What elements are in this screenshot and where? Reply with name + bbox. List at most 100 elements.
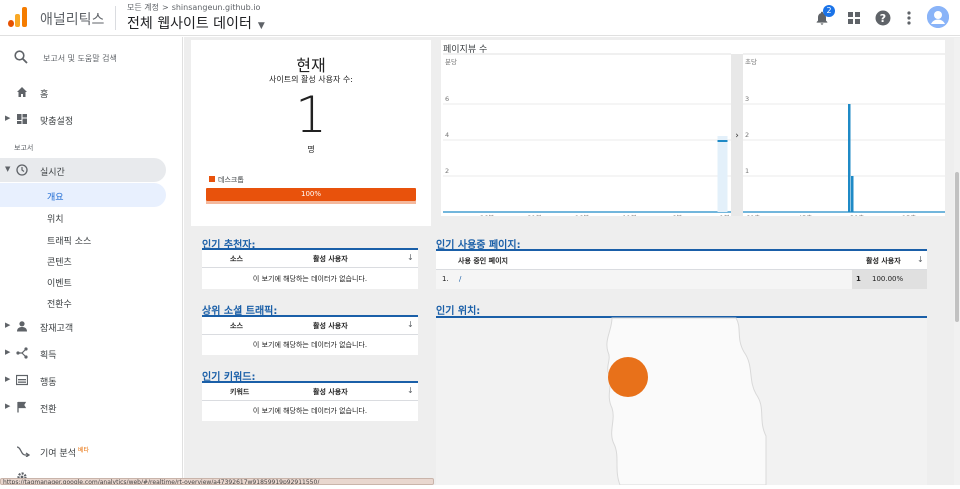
- column-header-keyword[interactable]: 키워드: [230, 387, 249, 397]
- collapse-arrow-icon: ▼: [5, 165, 11, 173]
- device-legend: 데스크톱: [209, 175, 244, 185]
- location-bubble[interactable]: [608, 357, 648, 397]
- empty-message: 이 보기에 해당하는 데이터가 없습니다.: [252, 407, 368, 415]
- property-title: 전체 웹사이트 데이터: [127, 16, 252, 32]
- expand-arrow-icon: ▶: [5, 375, 11, 383]
- sidebar-item-label: 기여 분석 베타: [40, 446, 89, 459]
- sidebar-item-conversions[interactable]: ▶ 전환: [0, 395, 166, 419]
- avatar[interactable]: [927, 6, 949, 28]
- sidebar-item-conversions-rt[interactable]: 전환수: [0, 290, 166, 314]
- bar: [717, 140, 728, 142]
- status-url: https://tagmanager.google.com/analytics/…: [0, 478, 434, 485]
- sort-down-icon[interactable]: ↓: [407, 320, 414, 329]
- sidebar-item-overview[interactable]: 개요: [0, 183, 166, 207]
- x-tick-label: -26분: [478, 214, 495, 216]
- x-tick-label: -15초: [900, 214, 917, 216]
- breadcrumb-account[interactable]: shinsangeun.github.io: [172, 3, 261, 12]
- expand-arrow-icon: ▶: [5, 321, 11, 329]
- breadcrumb-all-accounts[interactable]: 모든 계정: [127, 3, 159, 12]
- map-svg: [436, 317, 927, 485]
- pageviews-chart: 분당 2 4 6 -26분 -21분 -16분 -11분 -6분 -1분 › 초당 1 2 3 -60초 -45…: [443, 53, 945, 216]
- more-vert-icon[interactable]: [898, 7, 920, 29]
- sidebar-item-realtime[interactable]: ▼ 실시간: [0, 158, 166, 182]
- empty-message: 이 보기에 해당하는 데이터가 없습니다.: [252, 275, 368, 283]
- notification-badge: 2: [823, 5, 835, 17]
- sidebar-item-audience[interactable]: ▶ 잠재고객: [0, 314, 166, 338]
- column-header-active-users[interactable]: 활성 사용자: [313, 387, 348, 397]
- sidebar-item-label: 실시간: [40, 168, 65, 178]
- legend-swatch: [209, 176, 215, 182]
- expand-arrow-icon: ▶: [5, 114, 11, 122]
- sort-down-icon[interactable]: ↓: [917, 255, 924, 264]
- device-share-bar[interactable]: 100%: [206, 188, 416, 201]
- analytics-logo-icon[interactable]: [8, 7, 28, 27]
- reports-section-label: 보고서: [14, 144, 34, 152]
- active-pages-table: 사용 중인 페이지 활성 사용자 ↓ 1. / 1 100.00%: [436, 249, 927, 289]
- locations-title: 인기 위치:: [436, 306, 481, 317]
- y-tick-label: 2: [745, 131, 749, 139]
- splitter-chevron-icon: ›: [735, 131, 739, 141]
- column-header-source[interactable]: 소스: [230, 254, 243, 264]
- row-percent: 100.00%: [872, 275, 904, 283]
- svg-text:?: ?: [880, 12, 886, 25]
- device-label: 데스크톱: [218, 176, 244, 184]
- x-tick-label: -11분: [620, 214, 637, 216]
- device-share-bar-shadow: [206, 201, 416, 204]
- sidebar-item-label: 전환수: [47, 300, 72, 310]
- bar: [851, 176, 854, 212]
- keywords-table: 키워드 활성 사용자 ↓ 이 보기에 해당하는 데이터가 없습니다.: [202, 381, 418, 421]
- table-row[interactable]: 1. / 1 100.00%: [436, 270, 927, 289]
- apps-icon[interactable]: [843, 7, 865, 29]
- row-index: 1.: [442, 275, 449, 283]
- row-users: 1: [856, 275, 861, 283]
- sidebar-item-behavior[interactable]: ▶ 행동: [0, 368, 166, 392]
- person-icon: [16, 320, 28, 332]
- y-tick-label: 3: [745, 95, 749, 103]
- sidebar-item-settings[interactable]: [0, 465, 166, 489]
- x-tick-label: -21분: [525, 214, 542, 216]
- now-subtitle: 사이트의 활성 사용자 수:: [269, 75, 353, 84]
- column-header-active-page[interactable]: 사용 중인 페이지: [458, 256, 508, 266]
- expand-arrow-icon: ▶: [5, 348, 11, 356]
- column-header-source[interactable]: 소스: [230, 321, 243, 331]
- sidebar-item-home[interactable]: 홈: [0, 80, 166, 104]
- referrers-table: 소스 활성 사용자 ↓ 이 보기에 해당하는 데이터가 없습니다.: [202, 248, 418, 289]
- location-map[interactable]: [436, 316, 927, 485]
- app-name[interactable]: 애널리틱스: [40, 9, 104, 29]
- search-placeholder: 보고서 및 도움말 검색: [43, 54, 117, 63]
- bar: [848, 104, 851, 212]
- sort-down-icon[interactable]: ↓: [407, 253, 414, 262]
- y-tick-label: 4: [445, 131, 449, 139]
- sort-down-icon[interactable]: ↓: [407, 386, 414, 395]
- sidebar-item-label: 이벤트: [47, 279, 72, 289]
- page-link[interactable]: /: [459, 275, 461, 283]
- sidebar-item-label: 위치: [47, 215, 64, 225]
- x-tick-label: -6분: [670, 214, 682, 216]
- sidebar-item-label: 콘텐츠: [47, 258, 72, 268]
- sidebar-item-label: 홈: [40, 90, 49, 100]
- sidebar-item-locations[interactable]: 위치: [0, 205, 166, 229]
- dashboard-icon: [16, 113, 28, 125]
- sidebar-item-acquisition[interactable]: ▶ 획득: [0, 341, 166, 365]
- second-panel-label: 초당: [745, 57, 757, 66]
- help-icon[interactable]: ?: [872, 7, 894, 29]
- x-tick-label: -45초: [796, 214, 813, 216]
- app-header: 애널리틱스 모든 계정 > shinsangeun.github.io 전체 웹사이…: [0, 0, 960, 36]
- sidebar-item-label: 전환: [40, 405, 57, 415]
- property-selector[interactable]: 전체 웹사이트 데이터 ▼: [127, 13, 265, 33]
- now-title: 현재: [296, 56, 326, 75]
- active-users-panel: 현재 사이트의 활성 사용자 수: 1 명 데스크톱 100%: [191, 40, 431, 226]
- sidebar-item-label: 개요: [47, 193, 64, 203]
- column-header-active-users[interactable]: 활성 사용자: [866, 256, 901, 266]
- scrollbar-thumb[interactable]: [955, 172, 959, 322]
- sidebar-item-customization[interactable]: ▶ 맞춤설정: [0, 107, 166, 131]
- expand-arrow-icon: ▶: [5, 402, 11, 410]
- bell-icon[interactable]: 2: [811, 5, 835, 29]
- sidebar-item-label: 잠재고객: [40, 324, 74, 334]
- column-header-active-users[interactable]: 활성 사용자: [313, 321, 348, 331]
- column-header-active-users[interactable]: 활성 사용자: [313, 254, 348, 264]
- breadcrumb[interactable]: 모든 계정 > shinsangeun.github.io: [127, 2, 260, 13]
- search-reports[interactable]: 보고서 및 도움말 검색: [0, 47, 183, 71]
- sidebar-item-attribution[interactable]: 기여 분석 베타: [0, 439, 166, 463]
- flag-icon: [16, 401, 28, 413]
